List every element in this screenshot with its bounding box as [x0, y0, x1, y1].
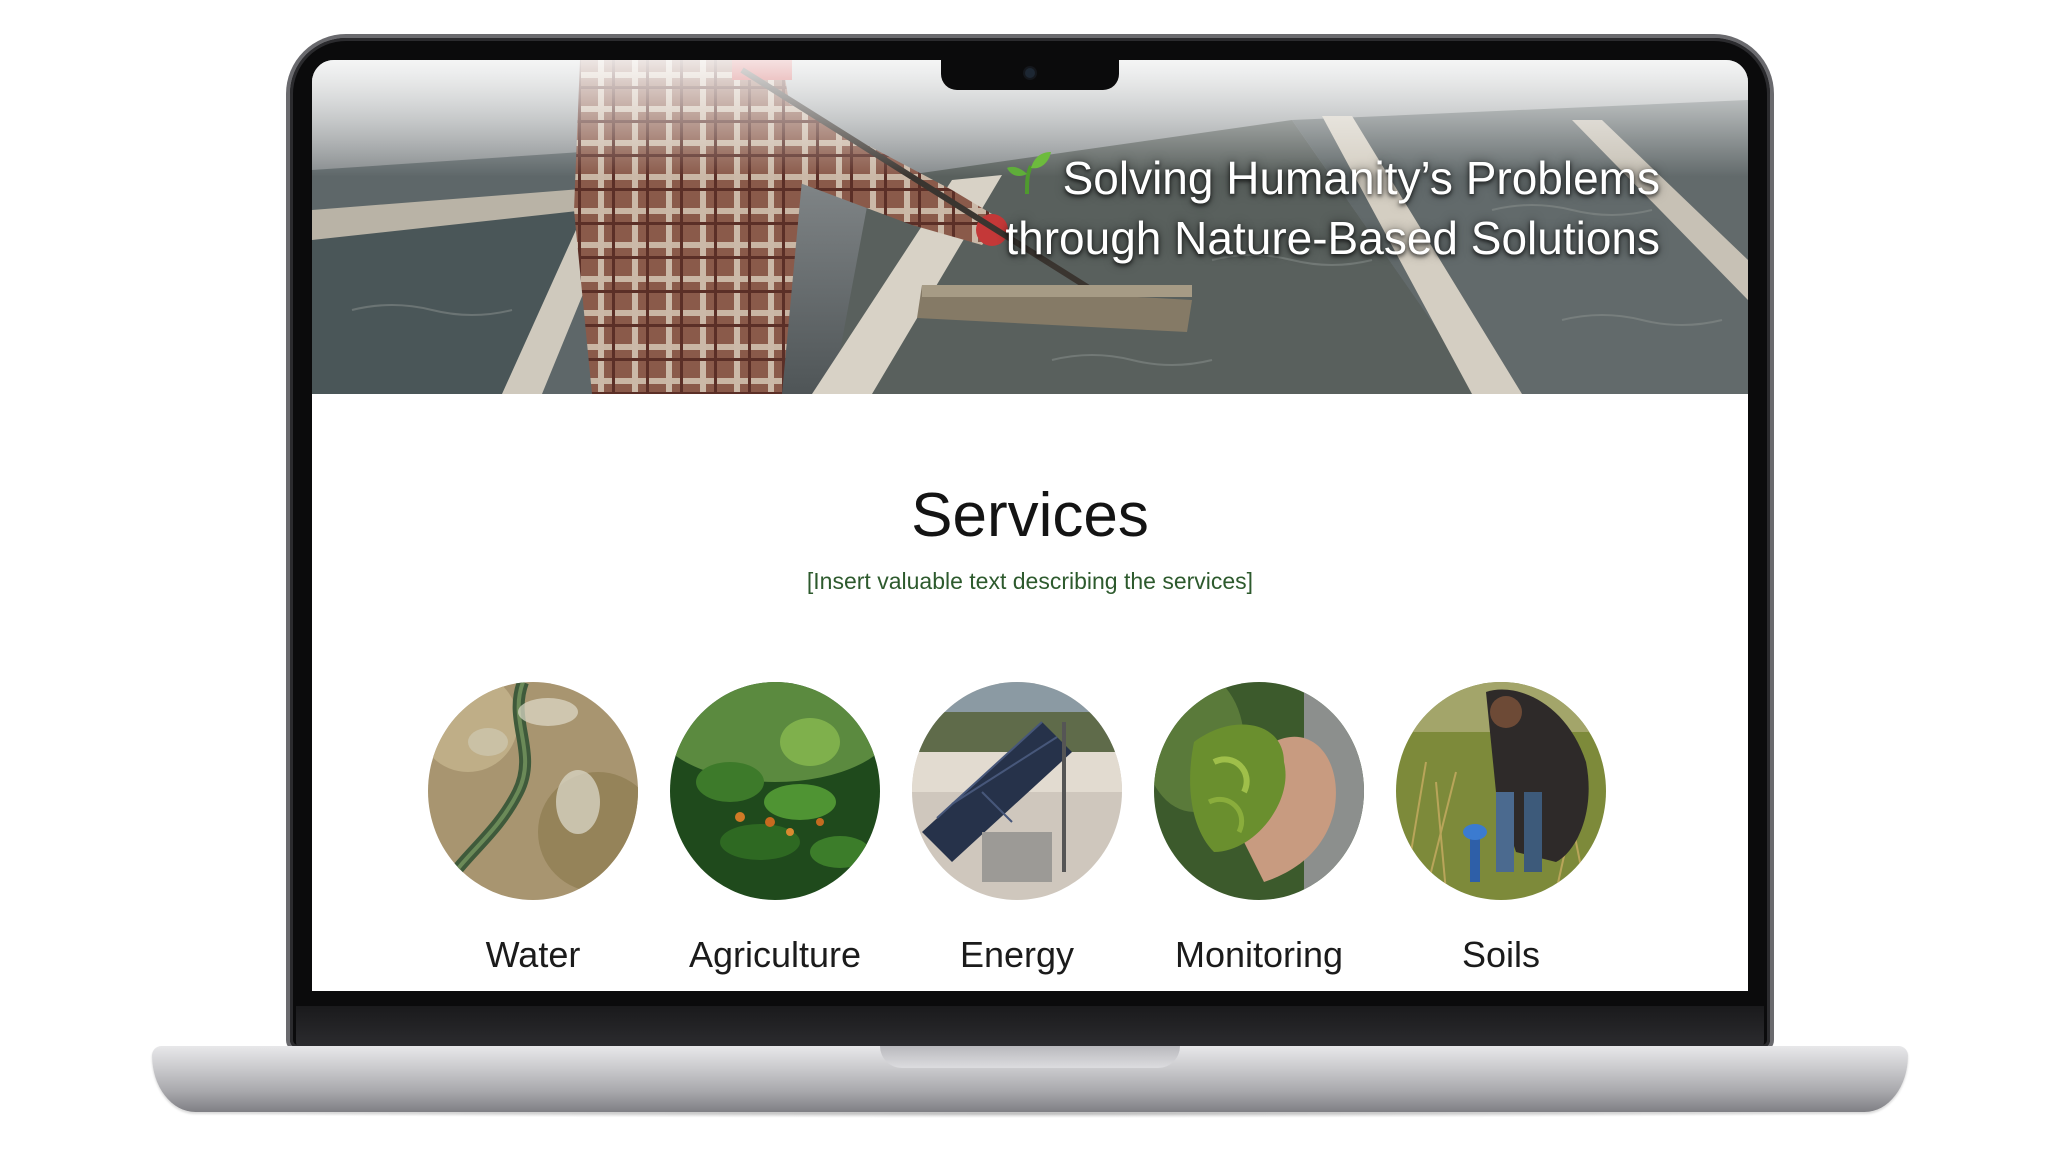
hero-title-text-1: Solving Humanity’s Problems [1062, 152, 1660, 204]
service-label-energy[interactable]: Energy [912, 934, 1122, 976]
service-cards: Water Agriculture Energy Monitoring Soil… [428, 682, 1628, 982]
laptop-opening-notch [880, 1046, 1180, 1068]
laptop-screen: Solving Humanity’s Problems through Natu… [312, 60, 1748, 991]
service-label-agriculture[interactable]: Agriculture [670, 934, 880, 976]
service-label-monitoring[interactable]: Monitoring [1154, 934, 1364, 976]
water-image[interactable] [428, 682, 638, 900]
service-card-water[interactable]: Water [428, 682, 638, 976]
hero-title-line-1: Solving Humanity’s Problems [1005, 148, 1660, 208]
hero-banner: Solving Humanity’s Problems through Natu… [312, 60, 1748, 394]
hero-title-line-2: through Nature-Based Solutions [1005, 212, 1660, 264]
energy-image[interactable] [912, 682, 1122, 900]
service-label-water[interactable]: Water [428, 934, 638, 976]
service-label-soils[interactable]: Soils [1396, 934, 1606, 976]
monitoring-image[interactable] [1154, 682, 1364, 900]
soils-image[interactable] [1396, 682, 1606, 900]
laptop-bottom-bezel [296, 1006, 1764, 1048]
camera-icon [1025, 68, 1035, 78]
service-card-energy[interactable]: Energy [912, 682, 1122, 976]
services-description: [Insert valuable text describing the ser… [806, 568, 1254, 594]
service-card-agriculture[interactable]: Agriculture [670, 682, 880, 976]
hero-title: Solving Humanity’s Problems through Natu… [1005, 148, 1660, 268]
agriculture-image[interactable] [670, 682, 880, 900]
service-card-monitoring[interactable]: Monitoring [1154, 682, 1364, 976]
camera-notch [941, 60, 1119, 90]
service-card-soils[interactable]: Soils [1396, 682, 1606, 976]
mockup-stage: Solving Humanity’s Problems through Natu… [0, 0, 2048, 1151]
services-heading: Services [911, 481, 1149, 550]
